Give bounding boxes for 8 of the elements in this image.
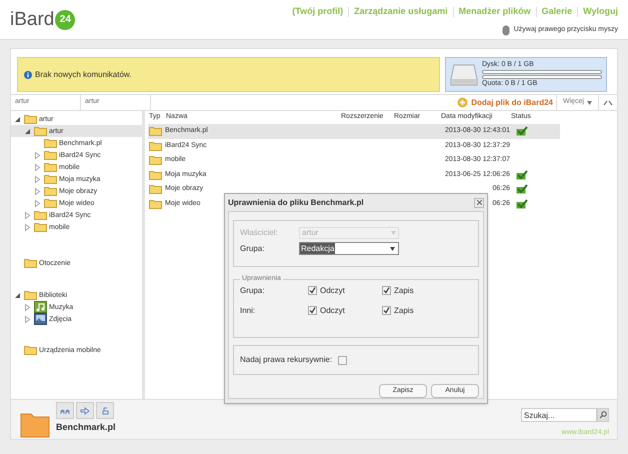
recursive-label: Nadaj prawa rekursywnie: bbox=[240, 354, 332, 366]
message-text: Brak nowych komunikatów. bbox=[35, 68, 132, 80]
owner-label: Właściciel: bbox=[240, 227, 279, 239]
permission-label: Grupa: bbox=[240, 284, 266, 296]
selected-item-name: Benchmark.pl bbox=[56, 421, 116, 434]
dialog-title: Uprawnienia do pliku Benchmark.pl bbox=[228, 196, 364, 208]
group-label: Grupa: bbox=[240, 242, 266, 254]
permission-label: Inni: bbox=[240, 304, 256, 316]
